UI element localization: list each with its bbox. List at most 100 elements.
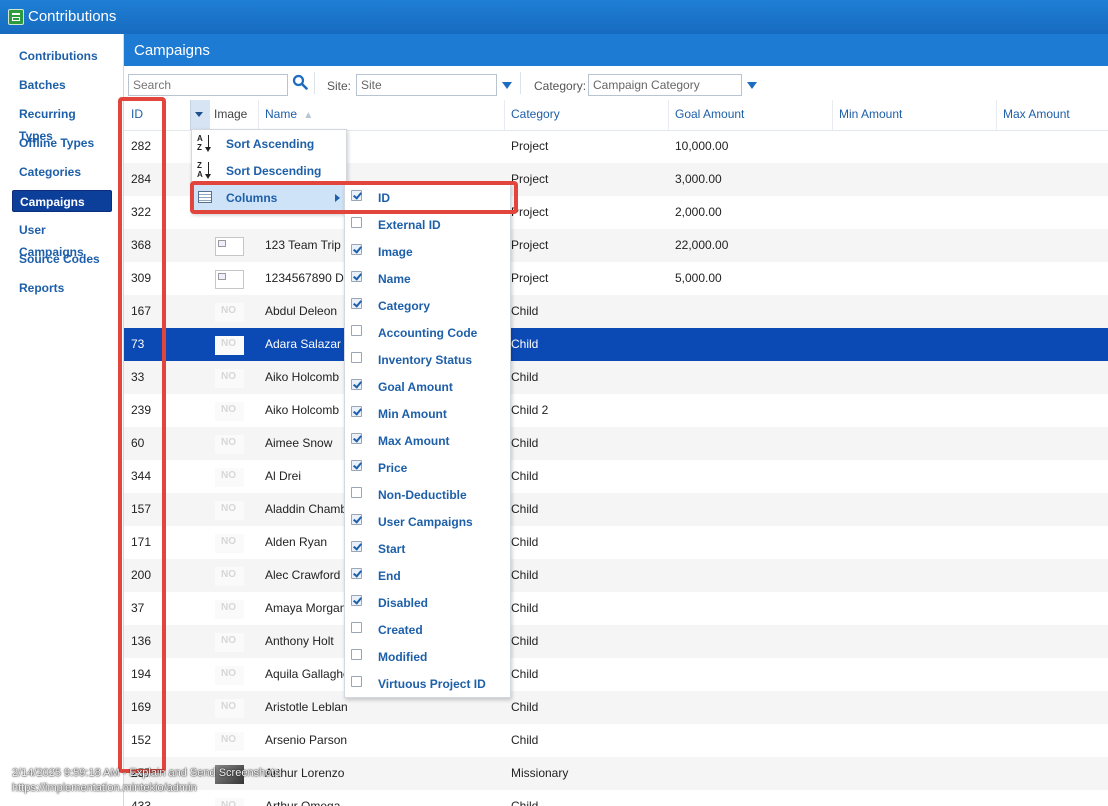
column-option-external-id[interactable]: External ID [345, 211, 510, 238]
panel-header: Campaigns [124, 34, 1108, 66]
table-row[interactable]: 60 NO Aimee Snow Child [124, 427, 1108, 460]
checkbox-checked-icon[interactable] [351, 433, 362, 444]
column-option-virtuous-project-id[interactable]: Virtuous Project ID [345, 670, 510, 697]
column-option-goal-amount[interactable]: Goal Amount [345, 373, 510, 400]
column-header-category[interactable]: Category [504, 100, 668, 130]
cell-name: Al Drei [265, 469, 302, 483]
sidebar-item-batches[interactable]: Batches [12, 74, 112, 96]
table-row[interactable]: 73 NO Adara Salazar Child [124, 328, 1108, 361]
site-dropdown-arrow-icon[interactable] [502, 82, 512, 89]
column-option-max-amount[interactable]: Max Amount [345, 427, 510, 454]
sidebar-item-recurring-types[interactable]: Recurring Types [12, 103, 112, 143]
column-option-user-campaigns[interactable]: User Campaigns [345, 508, 510, 535]
column-option-id[interactable]: ID [345, 184, 510, 211]
column-menu-trigger[interactable] [190, 100, 210, 130]
sidebar-item-categories[interactable]: Categories [12, 161, 112, 183]
checkbox-checked-icon[interactable] [351, 190, 362, 201]
checkbox-checked-icon[interactable] [351, 568, 362, 579]
table-row[interactable]: 33 NO Aiko Holcomb Child [124, 361, 1108, 394]
table-row[interactable]: 433 NO Arthur Omega Child [124, 790, 1108, 806]
column-option-created[interactable]: Created [345, 616, 510, 643]
table-row[interactable]: 200 NO Alec Crawford Child [124, 559, 1108, 592]
column-option-label: Non-Deductible [378, 488, 467, 502]
column-option-accounting-code[interactable]: Accounting Code [345, 319, 510, 346]
column-header-image[interactable]: Image [208, 100, 258, 130]
column-option-end[interactable]: End [345, 562, 510, 589]
checkbox-unchecked-icon[interactable] [351, 676, 362, 687]
column-header-name[interactable]: Name ▲ [258, 100, 504, 130]
column-option-inventory-status[interactable]: Inventory Status [345, 346, 510, 373]
checkbox-checked-icon[interactable] [351, 406, 362, 417]
table-row[interactable]: 136 NO Anthony Holt Child [124, 625, 1108, 658]
checkbox-unchecked-icon[interactable] [351, 217, 362, 228]
checkbox-checked-icon[interactable] [351, 541, 362, 552]
sidebar-item-source-codes[interactable]: Source Codes [12, 248, 112, 270]
column-option-label: Max Amount [378, 434, 450, 448]
table-row[interactable]: 368 123 Team Trip # Project 22,000.00 [124, 229, 1108, 262]
checkbox-unchecked-icon[interactable] [351, 622, 362, 633]
menu-item-sort-descending[interactable]: ZA Sort Descending [192, 158, 346, 184]
sidebar-item-reports[interactable]: Reports [12, 277, 112, 299]
cell-goal-amount [675, 328, 825, 361]
checkbox-checked-icon[interactable] [351, 460, 362, 471]
cell-name: 123 Team Trip # [265, 238, 347, 252]
table-row[interactable]: 167 NO Abdul Deleon Child [124, 295, 1108, 328]
column-option-name[interactable]: Name [345, 265, 510, 292]
menu-item-label: Sort Descending [226, 164, 322, 178]
checkbox-checked-icon[interactable] [351, 514, 362, 525]
checkbox-checked-icon[interactable] [351, 271, 362, 282]
search-input[interactable] [128, 74, 288, 96]
column-option-min-amount[interactable]: Min Amount [345, 400, 510, 427]
column-header-goal-amount[interactable]: Goal Amount [668, 100, 832, 130]
sidebar-item-campaigns[interactable]: Campaigns [12, 190, 112, 212]
table-row[interactable]: 157 NO Aladdin Chambe Child [124, 493, 1108, 526]
column-option-image[interactable]: Image [345, 238, 510, 265]
table-row[interactable]: 239 NO Aiko Holcomb Child 2 [124, 394, 1108, 427]
cell-id: 344 [131, 469, 152, 483]
checkbox-checked-icon[interactable] [351, 244, 362, 255]
column-option-category[interactable]: Category [345, 292, 510, 319]
no-image-placeholder-icon: NO [215, 567, 244, 586]
column-header-id[interactable]: ID [124, 100, 190, 130]
checkbox-unchecked-icon[interactable] [351, 325, 362, 336]
table-row[interactable]: 194 NO Aquila Gallagher Child [124, 658, 1108, 691]
cell-category: Child [511, 436, 539, 450]
column-option-disabled[interactable]: Disabled [345, 589, 510, 616]
checkbox-unchecked-icon[interactable] [351, 352, 362, 363]
contributions-app-icon [8, 9, 24, 25]
site-select[interactable]: Site [356, 74, 497, 96]
sidebar-item-offline-types[interactable]: Offline Types [12, 132, 112, 154]
cell-goal-amount [675, 691, 825, 724]
category-dropdown-arrow-icon[interactable] [747, 82, 757, 89]
table-row[interactable]: 152 NO Arsenio Parsons Child [124, 724, 1108, 757]
checkbox-unchecked-icon[interactable] [351, 649, 362, 660]
table-row[interactable]: 169 NO Aristotle Leblanc Child [124, 691, 1108, 724]
checkbox-checked-icon[interactable] [351, 595, 362, 606]
column-header-min-amount[interactable]: Min Amount [832, 100, 996, 130]
sidebar-item-contributions[interactable]: Contributions [12, 45, 112, 67]
no-image-placeholder-icon: NO [215, 798, 244, 806]
column-option-start[interactable]: Start [345, 535, 510, 562]
checkbox-unchecked-icon[interactable] [351, 487, 362, 498]
checkbox-checked-icon[interactable] [351, 298, 362, 309]
column-option-non-deductible[interactable]: Non-Deductible [345, 481, 510, 508]
menu-item-sort-ascending[interactable]: AZ Sort Ascending [192, 131, 346, 157]
checkbox-checked-icon[interactable] [351, 379, 362, 390]
cell-category: Child [511, 799, 539, 806]
search-icon[interactable] [292, 74, 308, 90]
category-select[interactable]: Campaign Category [588, 74, 742, 96]
table-row[interactable]: 171 NO Alden Ryan Child [124, 526, 1108, 559]
cell-id: 136 [131, 634, 152, 648]
columns-icon [198, 191, 212, 203]
column-option-modified[interactable]: Modified [345, 643, 510, 670]
sidebar-item-user-campaigns[interactable]: User Campaigns [12, 219, 112, 259]
column-option-price[interactable]: Price [345, 454, 510, 481]
no-image-placeholder-icon: NO [215, 336, 244, 355]
column-header-max-amount[interactable]: Max Amount [996, 100, 1108, 130]
table-row[interactable]: 309 1234567890 DR Project 5,000.00 [124, 262, 1108, 295]
table-row[interactable]: 37 NO Amaya Morgan Child [124, 592, 1108, 625]
menu-item-columns[interactable]: Columns [192, 185, 346, 211]
cell-category: Child [511, 535, 539, 549]
table-row[interactable]: 344 NO Al Drei Child [124, 460, 1108, 493]
screenshot-timestamp: 2/14/2025 9:59:18 AM - Explain and Send … [12, 767, 280, 779]
